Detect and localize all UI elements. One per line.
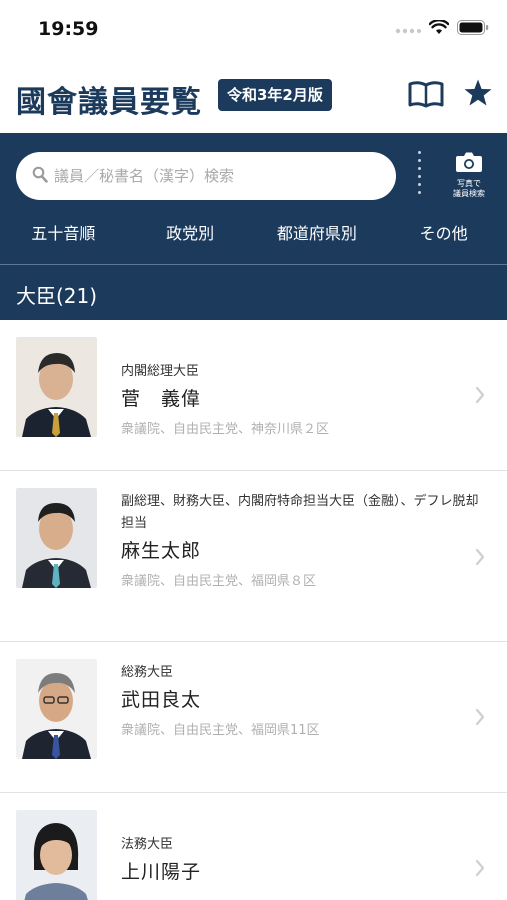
dots-divider <box>418 151 422 201</box>
member-position: 内閣総理大臣 <box>121 364 200 379</box>
member-affiliation: 衆議院、自由民主党、福岡県８区 <box>121 574 317 589</box>
signal-icon <box>395 20 421 39</box>
member-position: 副総理、財務大臣、内閣府特命担当大臣（金融）、デフレ脱却担当 <box>121 494 479 531</box>
status-icons <box>395 19 489 39</box>
member-name: 上川陽子 <box>121 861 202 883</box>
list-item[interactable]: 法務大臣 上川陽子 <box>0 793 507 900</box>
avatar <box>16 810 97 900</box>
search-panel: 写真で 議員検索 五十音順 政党別 都道府県別 その他 <box>0 133 507 265</box>
chevron-right-icon <box>475 708 485 730</box>
edition-badge: 令和3年2月版 <box>218 79 332 111</box>
member-position: 法務大臣 <box>121 837 174 852</box>
avatar <box>16 659 97 759</box>
status-time: 19:59 <box>38 18 99 40</box>
filter-tabs: 五十音順 政党別 都道府県別 その他 <box>0 219 507 265</box>
search-input[interactable] <box>54 152 384 200</box>
camera-icon <box>455 152 483 177</box>
chevron-right-icon <box>475 548 485 570</box>
photo-search-button[interactable]: 写真で 議員検索 <box>444 151 494 207</box>
avatar <box>16 488 97 588</box>
member-info: 副総理、財務大臣、内閣府特命担当大臣（金融）、デフレ脱却担当 麻生太郎 衆議院、… <box>121 491 481 591</box>
member-name: 武田良太 <box>121 689 202 711</box>
section-header: 大臣(21) <box>0 265 507 320</box>
chevron-right-icon <box>475 386 485 408</box>
book-icon[interactable] <box>408 80 444 112</box>
member-info: 内閣総理大臣 菅 義偉 衆議院、自由民主党、神奈川県２区 <box>121 361 481 439</box>
list-item[interactable]: 総務大臣 武田良太 衆議院、自由民主党、福岡県11区 <box>0 642 507 793</box>
member-info: 総務大臣 武田良太 衆議院、自由民主党、福岡県11区 <box>121 662 481 740</box>
section-title: 大臣(21) <box>16 284 98 308</box>
tab-gojuon[interactable]: 五十音順 <box>0 219 127 265</box>
list-item[interactable]: 副総理、財務大臣、内閣府特命担当大臣（金融）、デフレ脱却担当 麻生太郎 衆議院、… <box>0 471 507 642</box>
member-affiliation: 衆議院、自由民主党、神奈川県２区 <box>121 422 330 437</box>
tab-other[interactable]: その他 <box>380 219 507 265</box>
member-info: 法務大臣 上川陽子 <box>121 834 481 894</box>
tab-prefecture[interactable]: 都道府県別 <box>254 219 381 265</box>
camera-label-2: 議員検索 <box>453 189 485 198</box>
star-icon[interactable] <box>463 78 493 112</box>
app-title: 國會議員要覧 <box>16 85 202 120</box>
member-position: 総務大臣 <box>121 665 174 680</box>
wifi-icon <box>428 19 450 39</box>
avatar <box>16 337 97 437</box>
search-box[interactable] <box>16 152 396 200</box>
member-list: 内閣総理大臣 菅 義偉 衆議院、自由民主党、神奈川県２区 副総理、財務大臣、内閣… <box>0 320 507 900</box>
search-icon <box>32 166 48 188</box>
tab-party[interactable]: 政党別 <box>127 219 254 265</box>
list-item[interactable]: 内閣総理大臣 菅 義偉 衆議院、自由民主党、神奈川県２区 <box>0 320 507 471</box>
camera-label-1: 写真で <box>457 179 481 188</box>
member-affiliation: 衆議院、自由民主党、福岡県11区 <box>121 723 320 738</box>
member-name: 菅 義偉 <box>121 388 202 410</box>
app-header: 國會議員要覧 令和3年2月版 <box>0 62 507 133</box>
chevron-right-icon <box>475 859 485 881</box>
member-name: 麻生太郎 <box>121 540 202 562</box>
battery-icon <box>457 20 489 39</box>
status-bar: 19:59 <box>0 0 507 62</box>
